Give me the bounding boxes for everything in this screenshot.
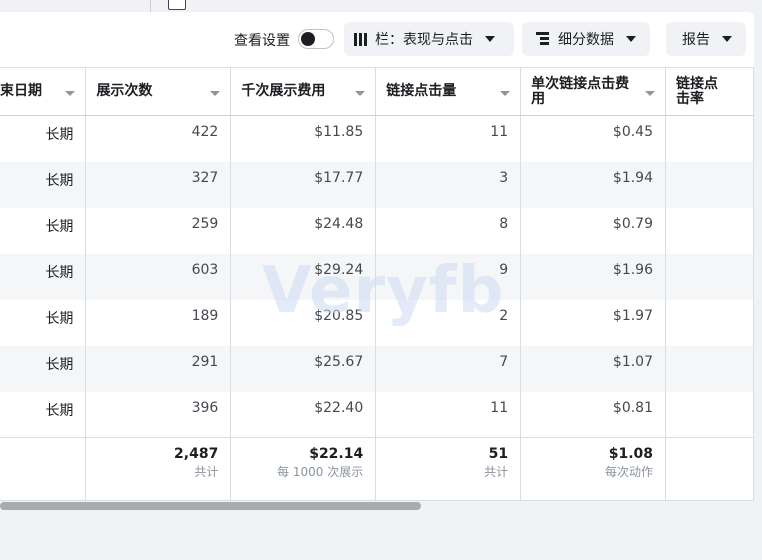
total-link-clicks-value: 51	[488, 446, 509, 462]
table-header-row: 束日期 展示次数 千次展示费用 链接点击量 单次链接点击费用 链接点击率	[0, 67, 754, 116]
column-header-cpm[interactable]: 千次展示费用	[230, 67, 377, 116]
sort-icon[interactable]	[355, 91, 366, 96]
end-date-cell: 长期	[0, 161, 87, 208]
column-header-end-date[interactable]: 束日期	[0, 67, 87, 116]
total-link-clicks-label: 共计	[484, 465, 509, 479]
table-row[interactable]: 长期 396 $22.40 11 $0.81	[0, 391, 754, 438]
cpc-cell: $1.97	[520, 299, 667, 346]
cpm-cell: $29.24	[230, 253, 377, 300]
view-settings-toggle[interactable]	[298, 29, 334, 49]
ctr-cell	[665, 115, 754, 162]
cpm-cell: $25.67	[230, 345, 377, 392]
checkbox[interactable]	[168, 0, 186, 10]
link-clicks-cell: 11	[375, 391, 522, 438]
caret-down-icon	[626, 36, 636, 42]
total-impressions-label: 共计	[194, 465, 219, 479]
totals-ctr-cell	[665, 437, 754, 501]
cpc-cell: $0.81	[520, 391, 667, 438]
cpm-cell: $22.40	[230, 391, 377, 438]
sort-icon[interactable]	[500, 91, 511, 96]
reports-label: 报告	[682, 32, 710, 48]
table-row[interactable]: 长期 603 $29.24 9 $1.96	[0, 253, 754, 300]
ctr-cell	[665, 391, 754, 438]
total-cpc-value: $1.08	[608, 446, 654, 462]
end-date-cell: 长期	[0, 253, 87, 300]
table-row[interactable]: 长期 291 $25.67 7 $1.07	[0, 345, 754, 392]
total-cpm-value: $22.14	[309, 446, 364, 462]
column-header-link-clicks[interactable]: 链接点击量	[375, 67, 522, 116]
caret-down-icon	[485, 36, 495, 42]
ctr-cell	[665, 207, 754, 254]
toggle-knob	[301, 32, 315, 46]
cpm-cell: $11.85	[230, 115, 377, 162]
breakdown-icon	[536, 32, 550, 46]
link-clicks-cell: 3	[375, 161, 522, 208]
totals-impressions-cell: 2,487 共计	[85, 437, 232, 501]
end-date-cell: 长期	[0, 391, 87, 438]
cpc-cell: $1.96	[520, 253, 667, 300]
end-date-cell: 长期	[0, 299, 87, 346]
table-row[interactable]: 长期 189 $20.85 2 $1.97	[0, 299, 754, 346]
cpm-cell: $20.85	[230, 299, 377, 346]
link-clicks-cell: 8	[375, 207, 522, 254]
end-date-cell: 长期	[0, 207, 87, 254]
columns-icon	[354, 32, 367, 46]
column-header-cpc[interactable]: 单次链接点击费用	[520, 67, 667, 116]
ctr-cell	[665, 253, 754, 300]
impressions-cell: 603	[85, 253, 232, 300]
cpc-cell: $1.94	[520, 161, 667, 208]
table-row[interactable]: 长期 327 $17.77 3 $1.94	[0, 161, 754, 208]
columns-label: 栏：表现与点击	[375, 32, 473, 48]
breakdown-label: 细分数据	[558, 32, 614, 48]
impressions-cell: 327	[85, 161, 232, 208]
cpm-cell: $24.48	[230, 207, 377, 254]
caret-down-icon	[722, 36, 732, 42]
impressions-cell: 189	[85, 299, 232, 346]
end-date-cell: 长期	[0, 345, 87, 392]
totals-link-clicks-cell: 51 共计	[375, 437, 522, 501]
link-clicks-cell: 7	[375, 345, 522, 392]
horizontal-scrollbar[interactable]	[0, 502, 421, 510]
impressions-cell: 291	[85, 345, 232, 392]
ctr-cell	[665, 299, 754, 346]
cpc-cell: $0.45	[520, 115, 667, 162]
view-settings-label: 查看设置	[234, 33, 290, 49]
impressions-cell: 259	[85, 207, 232, 254]
column-header-impressions[interactable]: 展示次数	[85, 67, 232, 116]
columns-button[interactable]: 栏：表现与点击	[344, 22, 514, 56]
reports-button[interactable]: 报告	[666, 22, 746, 56]
total-impressions-value: 2,487	[174, 446, 219, 462]
impressions-cell: 422	[85, 115, 232, 162]
link-clicks-cell: 2	[375, 299, 522, 346]
link-clicks-cell: 9	[375, 253, 522, 300]
sort-icon[interactable]	[65, 91, 76, 96]
column-header-ctr[interactable]: 链接点击率	[665, 67, 754, 116]
ctr-cell	[665, 345, 754, 392]
sort-icon[interactable]	[210, 91, 221, 96]
table-row[interactable]: 长期 422 $11.85 11 $0.45	[0, 115, 754, 162]
table-row[interactable]: 长期 259 $24.48 8 $0.79	[0, 207, 754, 254]
totals-cpc-cell: $1.08 每次动作	[520, 437, 667, 501]
data-table: 束日期 展示次数 千次展示费用 链接点击量 单次链接点击费用 链接点击率 长期 …	[0, 67, 754, 501]
impressions-cell: 396	[85, 391, 232, 438]
sort-icon[interactable]	[645, 91, 656, 96]
total-cpm-label: 每 1000 次展示	[277, 465, 364, 479]
cpc-cell: $1.07	[520, 345, 667, 392]
breakdown-button[interactable]: 细分数据	[522, 22, 650, 56]
total-cpc-label: 每次动作	[605, 465, 654, 479]
link-clicks-cell: 11	[375, 115, 522, 162]
toolbar: 查看设置 栏：表现与点击 细分数据 报告	[0, 12, 754, 66]
totals-row: 2,487 共计 $22.14 每 1000 次展示 51 共计 $1.08 每…	[0, 437, 754, 501]
cpm-cell: $17.77	[230, 161, 377, 208]
ctr-cell	[665, 161, 754, 208]
totals-end-date-cell	[0, 437, 87, 501]
end-date-cell: 长期	[0, 115, 87, 162]
totals-cpm-cell: $22.14 每 1000 次展示	[230, 437, 377, 501]
cpc-cell: $0.79	[520, 207, 667, 254]
report-panel: 查看设置 栏：表现与点击 细分数据 报告 束日期 展示次数 千次展示费用 链接点…	[0, 12, 754, 501]
